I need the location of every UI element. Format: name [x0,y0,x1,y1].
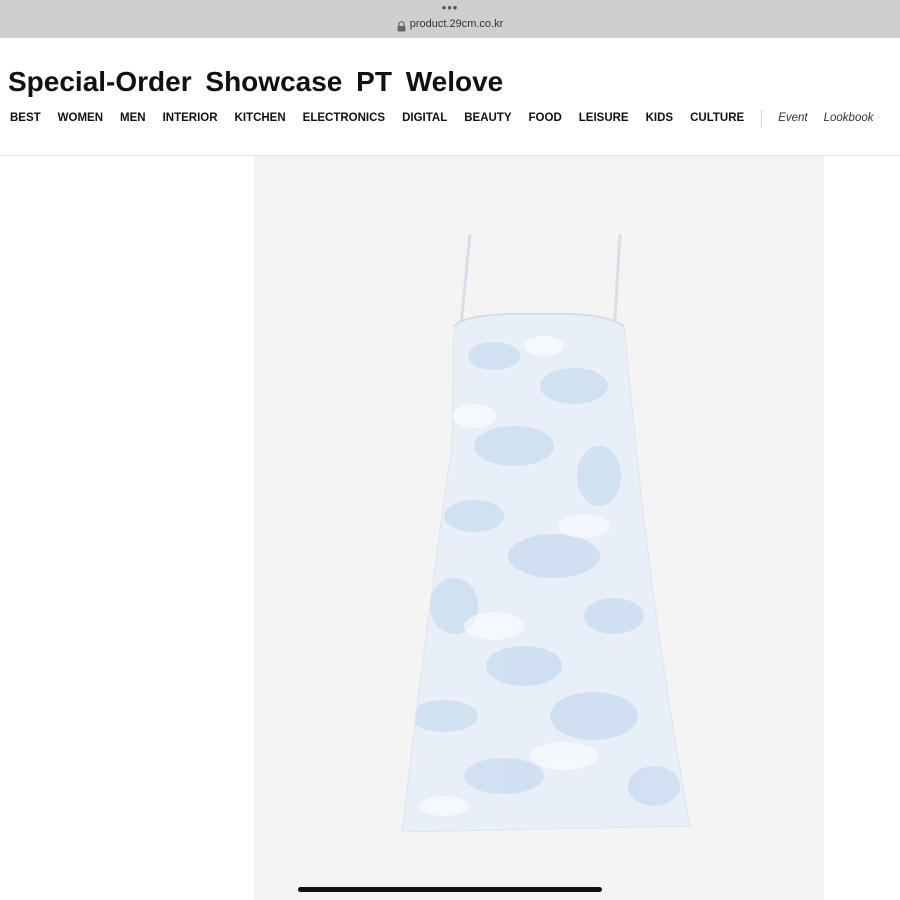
slip-dress-image [401,233,691,833]
lock-icon [397,19,406,31]
nav-item-leisure[interactable]: LEISURE [579,112,629,124]
home-indicator[interactable] [298,887,602,892]
nav-item-best[interactable]: BEST [10,112,41,124]
nav-item-lookbook[interactable]: Lookbook [824,112,874,124]
nav-item-event[interactable]: Event [778,112,807,124]
nav-item-food[interactable]: FOOD [529,112,562,124]
nav-item-men[interactable]: MEN [120,112,146,124]
page-title: Special-Order Showcase PT Welove [8,66,504,97]
nav-item-culture[interactable]: CULTURE [690,112,744,124]
nav-item-beauty[interactable]: BEAUTY [464,112,511,124]
product-image[interactable] [254,156,824,900]
tab-overview-dots[interactable]: ••• [0,1,900,14]
url-text[interactable]: product.29cm.co.kr [410,18,504,30]
nav-item-interior[interactable]: INTERIOR [163,112,218,124]
nav-item-women[interactable]: WOMEN [58,112,103,124]
nav-item-digital[interactable]: DIGITAL [402,112,447,124]
nav-item-kitchen[interactable]: KITCHEN [235,112,286,124]
browser-address-bar[interactable]: ••• product.29cm.co.kr [0,0,900,38]
nav-divider [761,109,763,127]
category-nav: BEST WOMEN MEN INTERIOR KITCHEN ELECTRON… [10,109,889,127]
nav-item-kids[interactable]: KIDS [646,112,673,124]
nav-item-electronics[interactable]: ELECTRONICS [303,112,385,124]
